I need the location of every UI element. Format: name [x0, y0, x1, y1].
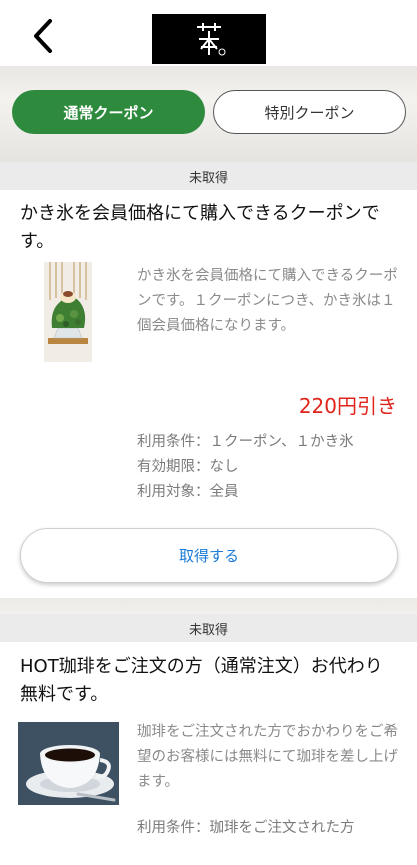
chevron-left-icon: [34, 19, 52, 53]
app-header: [0, 0, 417, 66]
coupon-description: 珈琲をご注文された方でおかわりをご希望のお客様には無料にて珈琲を差し上げます。: [137, 724, 398, 790]
back-button[interactable]: [26, 16, 66, 56]
coffee-cup-image: [18, 722, 119, 805]
coupon-title: HOT珈琲をご注文の方（通常注文）お代わり無料です。: [20, 656, 383, 705]
coupon-description: かき氷を会員価格にて購入できるクーポンです。１クーポンにつき、かき氷は１個会員価…: [137, 268, 398, 334]
get-coupon-button[interactable]: 取得する: [20, 528, 398, 583]
coupon-conditions: 利用条件：珈琲をご注文された方: [137, 820, 355, 836]
tab-normal-coupon[interactable]: 通常クーポン: [12, 90, 205, 134]
coupon-discount: 220円引き: [298, 394, 397, 418]
coupon-title: かき氷を会員価格にて購入できるクーポンです。: [20, 203, 380, 252]
coupon-status-bar: 未取得: [0, 162, 417, 190]
tea-logo-mark: [197, 23, 226, 56]
coupon-conditions: 利用条件：１クーポン、１かき氷: [137, 434, 354, 450]
brand-logo: [152, 14, 266, 64]
tab-special-coupon[interactable]: 特別クーポン: [213, 90, 406, 134]
coupon-status-bar: 未取得: [0, 614, 417, 642]
coupon-validity: 有効期限：なし: [137, 459, 239, 475]
coupon-target: 利用対象：全員: [137, 484, 239, 500]
shaved-ice-image: [44, 262, 92, 362]
